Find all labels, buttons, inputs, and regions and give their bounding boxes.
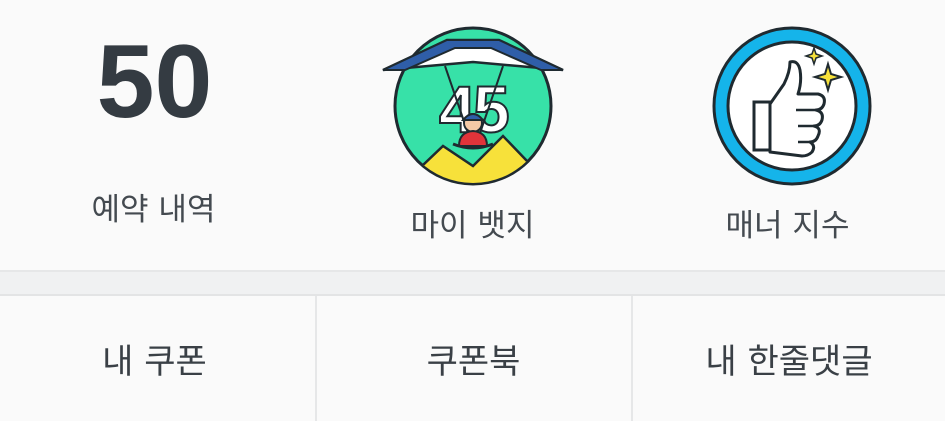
- coupon-book-button[interactable]: 쿠폰북: [315, 296, 630, 421]
- my-badge-stat[interactable]: 4 5 마이 뱃지: [315, 0, 630, 270]
- my-badge-label: 마이 뱃지: [410, 208, 535, 244]
- my-coupons-button[interactable]: 내 쿠폰: [0, 296, 315, 421]
- stats-panel: 50 예약 내역 4 5 마이 뱃지 매너 지수: [0, 0, 945, 270]
- reservations-stat[interactable]: 50 예약 내역: [0, 0, 315, 270]
- reservation-label: 예약 내역: [91, 192, 216, 228]
- thumbs-up-icon: [712, 26, 872, 186]
- hang-glider-badge-icon: 4 5: [382, 26, 564, 186]
- menu-row: 내 쿠폰 쿠폰북 내 한줄댓글: [0, 296, 945, 421]
- manner-label: 매너 지수: [725, 208, 850, 244]
- section-divider: [0, 270, 945, 296]
- manner-stat[interactable]: 매너 지수: [630, 0, 945, 270]
- my-comments-button[interactable]: 내 한줄댓글: [631, 296, 945, 421]
- reservation-count: 50: [96, 24, 213, 140]
